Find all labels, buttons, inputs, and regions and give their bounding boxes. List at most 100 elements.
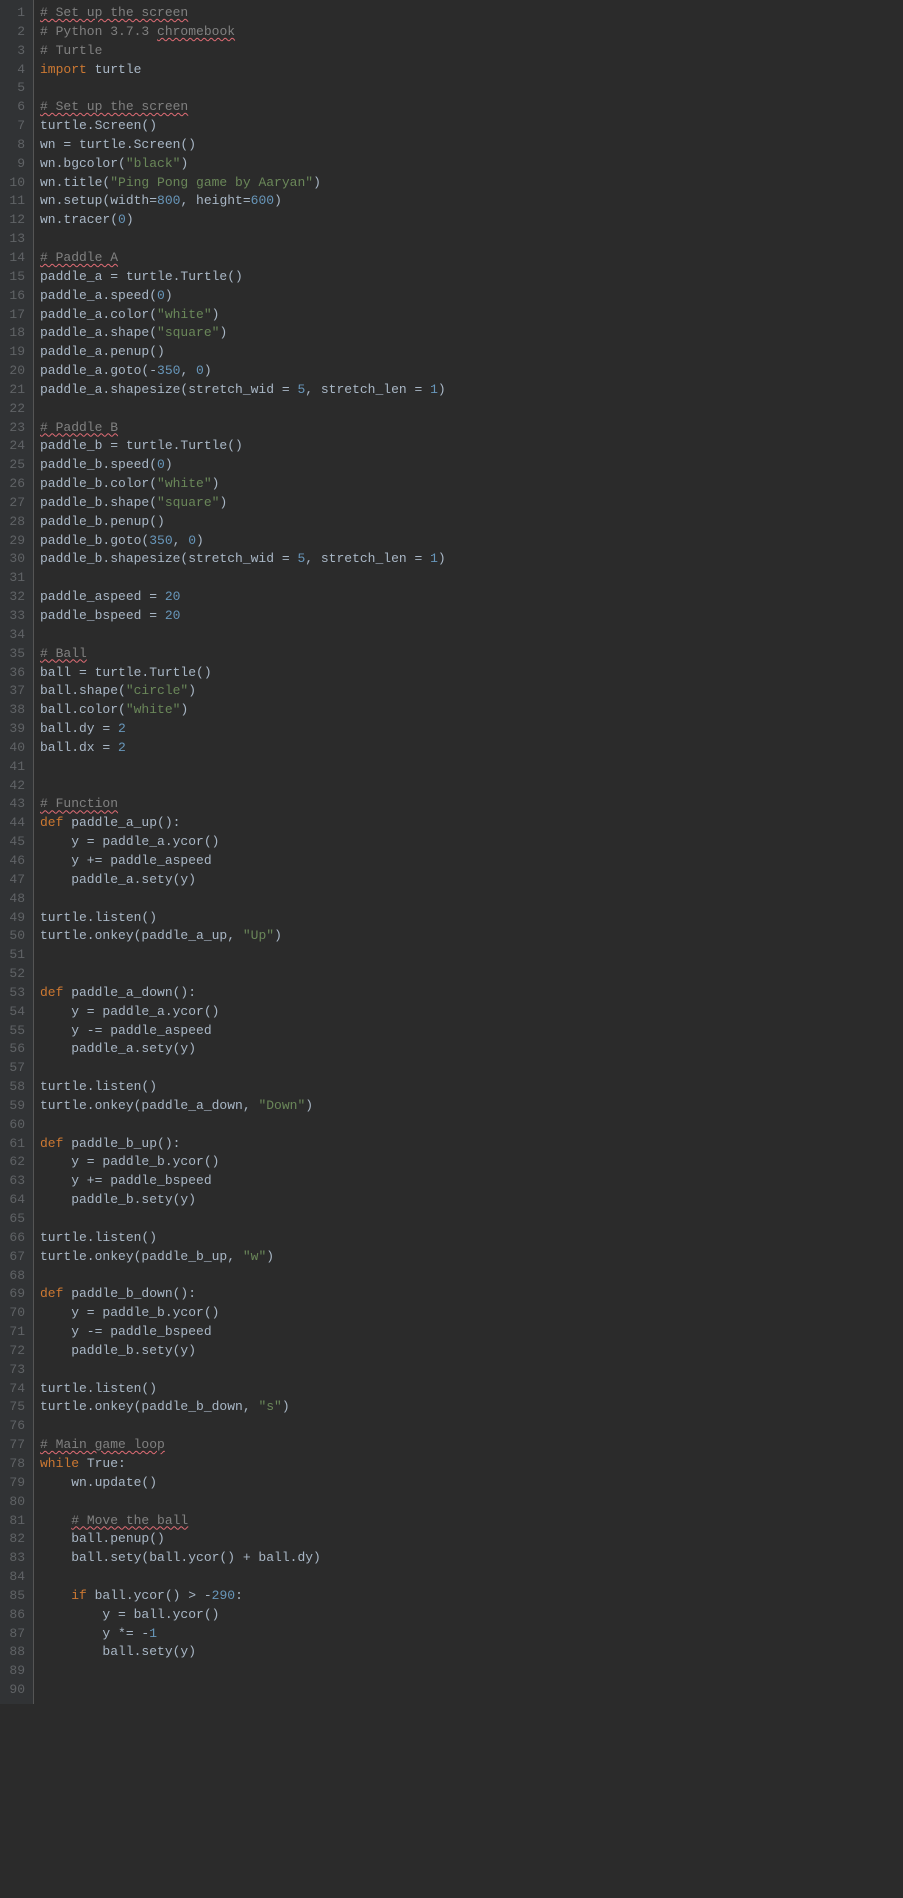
code-line[interactable]: turtle.onkey(paddle_b_down, "s"): [40, 1398, 903, 1417]
code-line[interactable]: [40, 965, 903, 984]
code-line[interactable]: [40, 79, 903, 98]
code-line[interactable]: paddle_b.color("white"): [40, 475, 903, 494]
code-line[interactable]: [40, 1417, 903, 1436]
code-line[interactable]: # Turtle: [40, 42, 903, 61]
code-line[interactable]: paddle_a.color("white"): [40, 306, 903, 325]
code-line[interactable]: paddle_a.goto(-350, 0): [40, 362, 903, 381]
code-line[interactable]: paddle_a.sety(y): [40, 1040, 903, 1059]
code-line[interactable]: [40, 1681, 903, 1700]
code-line[interactable]: y = paddle_b.ycor(): [40, 1304, 903, 1323]
code-line[interactable]: [40, 758, 903, 777]
code-line[interactable]: y = paddle_a.ycor(): [40, 833, 903, 852]
code-line[interactable]: def paddle_b_down():: [40, 1285, 903, 1304]
code-line[interactable]: y = paddle_b.ycor(): [40, 1153, 903, 1172]
code-line[interactable]: ball.penup(): [40, 1530, 903, 1549]
code-line[interactable]: [40, 1267, 903, 1286]
code-line[interactable]: wn.setup(width=800, height=600): [40, 192, 903, 211]
code-line[interactable]: wn = turtle.Screen(): [40, 136, 903, 155]
line-number: 1: [6, 4, 25, 23]
code-line[interactable]: paddle_aspeed = 20: [40, 588, 903, 607]
code-line[interactable]: paddle_b = turtle.Turtle(): [40, 437, 903, 456]
code-line[interactable]: wn.update(): [40, 1474, 903, 1493]
code-line[interactable]: paddle_a.penup(): [40, 343, 903, 362]
code-line[interactable]: ball.shape("circle"): [40, 682, 903, 701]
code-line[interactable]: turtle.onkey(paddle_b_up, "w"): [40, 1248, 903, 1267]
line-number: 57: [6, 1059, 25, 1078]
code-line[interactable]: ball.dy = 2: [40, 720, 903, 739]
token-plain: paddle_b.color(: [40, 476, 157, 491]
code-line[interactable]: y += paddle_aspeed: [40, 852, 903, 871]
code-line[interactable]: paddle_b.goto(350, 0): [40, 532, 903, 551]
code-line[interactable]: ball.sety(y): [40, 1643, 903, 1662]
code-line[interactable]: [40, 230, 903, 249]
code-line[interactable]: y = paddle_a.ycor(): [40, 1003, 903, 1022]
code-line[interactable]: y = ball.ycor(): [40, 1606, 903, 1625]
code-line[interactable]: import turtle: [40, 61, 903, 80]
code-line[interactable]: [40, 1059, 903, 1078]
code-line[interactable]: # Paddle B: [40, 419, 903, 438]
code-line[interactable]: [40, 569, 903, 588]
token-plain: ): [165, 288, 173, 303]
code-line[interactable]: y -= paddle_aspeed: [40, 1022, 903, 1041]
code-line[interactable]: paddle_b.sety(y): [40, 1342, 903, 1361]
code-line[interactable]: # Main game loop: [40, 1436, 903, 1455]
code-line[interactable]: # Move the ball: [40, 1512, 903, 1531]
code-line[interactable]: [40, 1493, 903, 1512]
code-line[interactable]: paddle_a.sety(y): [40, 871, 903, 890]
code-line[interactable]: while True:: [40, 1455, 903, 1474]
code-line[interactable]: wn.bgcolor("black"): [40, 155, 903, 174]
code-line[interactable]: paddle_bspeed = 20: [40, 607, 903, 626]
code-line[interactable]: y += paddle_bspeed: [40, 1172, 903, 1191]
code-line[interactable]: ball = turtle.Turtle(): [40, 664, 903, 683]
line-number: 17: [6, 306, 25, 325]
code-line[interactable]: ball.color("white"): [40, 701, 903, 720]
code-line[interactable]: if ball.ycor() > -290:: [40, 1587, 903, 1606]
code-line[interactable]: [40, 1662, 903, 1681]
code-line[interactable]: [40, 626, 903, 645]
code-line[interactable]: turtle.Screen(): [40, 117, 903, 136]
code-line[interactable]: # Ball: [40, 645, 903, 664]
code-line[interactable]: # Function: [40, 795, 903, 814]
code-line[interactable]: [40, 777, 903, 796]
code-line[interactable]: def paddle_a_up():: [40, 814, 903, 833]
code-line[interactable]: turtle.listen(): [40, 1078, 903, 1097]
token-plain: paddle_a_down():: [71, 985, 196, 1000]
code-line[interactable]: wn.tracer(0): [40, 211, 903, 230]
code-line[interactable]: [40, 400, 903, 419]
code-line[interactable]: [40, 890, 903, 909]
code-line[interactable]: paddle_a.shape("square"): [40, 324, 903, 343]
code-line[interactable]: # Python 3.7.3 chromebook: [40, 23, 903, 42]
code-line[interactable]: turtle.listen(): [40, 1229, 903, 1248]
code-line[interactable]: paddle_b.shape("square"): [40, 494, 903, 513]
code-line[interactable]: [40, 1116, 903, 1135]
code-line[interactable]: ball.dx = 2: [40, 739, 903, 758]
code-editor-area[interactable]: # Set up the screen# Python 3.7.3 chrome…: [34, 0, 903, 1704]
code-line[interactable]: y -= paddle_bspeed: [40, 1323, 903, 1342]
token-plain: paddle_b_up():: [71, 1136, 180, 1151]
code-line[interactable]: [40, 1361, 903, 1380]
code-line[interactable]: # Set up the screen: [40, 4, 903, 23]
code-line[interactable]: [40, 1210, 903, 1229]
code-line[interactable]: def paddle_b_up():: [40, 1135, 903, 1154]
code-line[interactable]: # Set up the screen: [40, 98, 903, 117]
code-line[interactable]: [40, 946, 903, 965]
code-line[interactable]: wn.title("Ping Pong game by Aaryan"): [40, 174, 903, 193]
code-line[interactable]: def paddle_a_down():: [40, 984, 903, 1003]
code-line[interactable]: paddle_b.shapesize(stretch_wid = 5, stre…: [40, 550, 903, 569]
code-line[interactable]: ball.sety(ball.ycor() + ball.dy): [40, 1549, 903, 1568]
code-line[interactable]: paddle_b.penup(): [40, 513, 903, 532]
code-line[interactable]: y *= -1: [40, 1625, 903, 1644]
code-line[interactable]: paddle_b.speed(0): [40, 456, 903, 475]
code-line[interactable]: paddle_b.sety(y): [40, 1191, 903, 1210]
code-line[interactable]: turtle.onkey(paddle_a_up, "Up"): [40, 927, 903, 946]
code-line[interactable]: # Paddle A: [40, 249, 903, 268]
code-line[interactable]: [40, 1568, 903, 1587]
code-line[interactable]: turtle.onkey(paddle_a_down, "Down"): [40, 1097, 903, 1116]
code-line[interactable]: turtle.listen(): [40, 909, 903, 928]
code-line[interactable]: paddle_a.speed(0): [40, 287, 903, 306]
code-line[interactable]: turtle.listen(): [40, 1380, 903, 1399]
token-keyword: def: [40, 1136, 71, 1151]
token-plain: y += paddle_aspeed: [40, 853, 212, 868]
code-line[interactable]: paddle_a = turtle.Turtle(): [40, 268, 903, 287]
code-line[interactable]: paddle_a.shapesize(stretch_wid = 5, stre…: [40, 381, 903, 400]
